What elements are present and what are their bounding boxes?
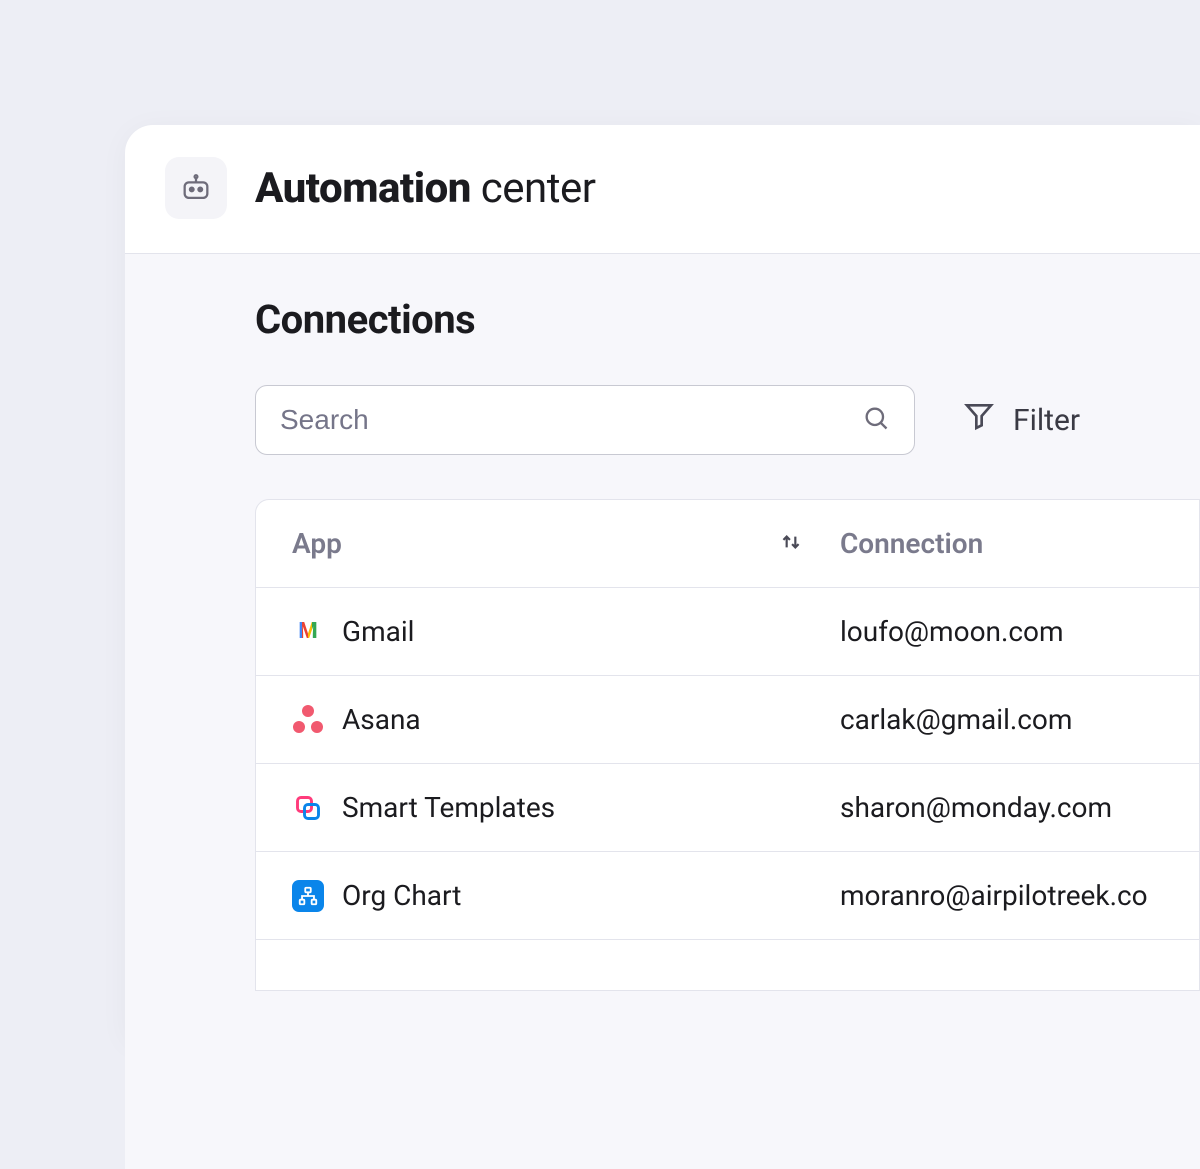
asana-icon xyxy=(292,704,324,736)
main-panel: Automation center Connections Filter A xyxy=(125,125,1200,1040)
table-row[interactable]: Smart Templates sharon@monday.com xyxy=(256,764,1199,852)
connections-table: App Connection M Gmail loufo@moon.com xyxy=(255,499,1200,991)
app-name: Smart Templates xyxy=(342,791,555,824)
robot-icon xyxy=(165,157,227,219)
app-cell: M Gmail xyxy=(292,615,840,648)
column-header-app[interactable]: App xyxy=(292,527,840,560)
connection-cell: sharon@monday.com xyxy=(840,791,1163,824)
table-row[interactable]: Asana carlak@gmail.com xyxy=(256,676,1199,764)
filter-icon xyxy=(963,400,995,440)
search-icon xyxy=(862,404,890,436)
app-cell: Smart Templates xyxy=(292,791,840,824)
column-label-app: App xyxy=(292,527,342,560)
table-row xyxy=(256,940,1199,990)
column-label-connection: Connection xyxy=(840,527,983,560)
column-header-connection[interactable]: Connection xyxy=(840,527,1163,560)
page-title-light: center xyxy=(471,164,596,213)
smart-templates-icon xyxy=(292,792,324,824)
toolbar: Filter xyxy=(255,385,1200,455)
app-cell: Org Chart xyxy=(292,879,840,912)
content-area: Connections Filter App xyxy=(125,254,1200,1169)
panel-header: Automation center xyxy=(125,125,1200,254)
table-header: App Connection xyxy=(256,500,1199,588)
app-cell: Asana xyxy=(292,703,840,736)
section-title: Connections xyxy=(255,296,1200,343)
filter-label: Filter xyxy=(1013,403,1080,438)
filter-button[interactable]: Filter xyxy=(963,400,1080,440)
connection-cell: carlak@gmail.com xyxy=(840,703,1163,736)
org-chart-icon xyxy=(292,880,324,912)
search-field[interactable] xyxy=(255,385,915,455)
page-title: Automation center xyxy=(255,164,596,213)
gmail-icon: M xyxy=(292,616,324,648)
table-row[interactable]: M Gmail loufo@moon.com xyxy=(256,588,1199,676)
app-name: Gmail xyxy=(342,615,414,648)
app-name: Asana xyxy=(342,703,421,736)
page-title-strong: Automation xyxy=(255,164,471,213)
connection-cell: loufo@moon.com xyxy=(840,615,1163,648)
app-name: Org Chart xyxy=(342,879,461,912)
search-input[interactable] xyxy=(280,404,862,436)
sort-icon[interactable] xyxy=(778,529,804,559)
table-row[interactable]: Org Chart moranro@airpilotreek.co xyxy=(256,852,1199,940)
connection-cell: moranro@airpilotreek.co xyxy=(840,879,1163,912)
